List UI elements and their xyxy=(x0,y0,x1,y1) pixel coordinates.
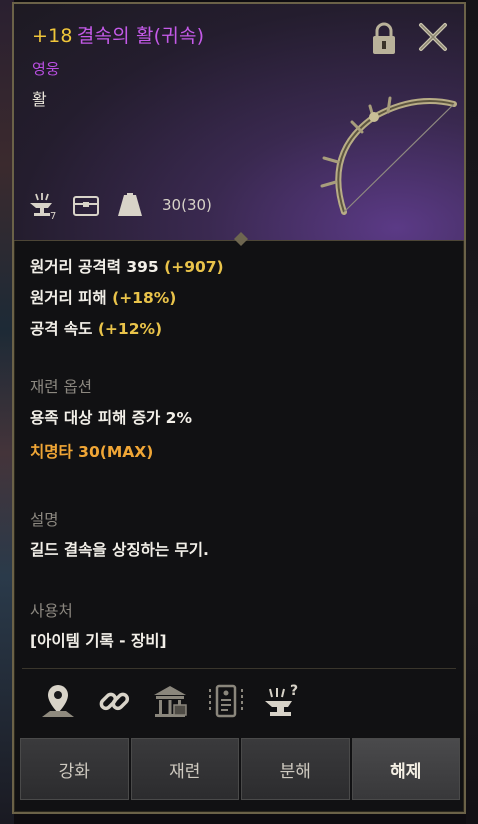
description-heading: 설명 xyxy=(30,511,59,529)
weight-value: 30(30) xyxy=(162,196,212,214)
reforge-heading: 재련 옵션 xyxy=(30,378,92,396)
enhance-level: +18 xyxy=(32,25,73,47)
stat-label: 공격 속도 xyxy=(30,320,93,338)
usage-text: [아이템 기록 - 장비] xyxy=(30,632,167,650)
stat-bonus: (+907) xyxy=(164,258,224,276)
reforge-button[interactable]: 재련 xyxy=(130,738,239,800)
anvil-icon: 7 xyxy=(26,191,58,222)
item-name: 결속의 활(귀속) xyxy=(76,25,205,47)
tag-icon[interactable] xyxy=(206,681,246,721)
item-stat-row: 7 30(30) xyxy=(26,190,212,222)
unbind-button[interactable]: 해제 xyxy=(351,738,460,800)
enhance-button[interactable]: 강화 xyxy=(20,738,129,800)
weight-icon xyxy=(114,191,146,219)
stat-ranged-damage: 원거리 피해 (+18%) xyxy=(30,286,176,308)
bow-item-image xyxy=(320,96,457,215)
close-icon[interactable] xyxy=(416,20,450,54)
reforge-option-1: 용족 대상 피해 증가 2% xyxy=(30,409,192,427)
item-header: +18 결속의 활(귀속) 영웅 활 7 30(30) xyxy=(14,4,464,246)
stat-label: 원거리 공격력 395 xyxy=(30,258,159,276)
location-pin-icon[interactable] xyxy=(38,681,78,721)
stat-ranged-attack: 원거리 공격력 395 (+907) xyxy=(30,255,224,277)
lock-icon[interactable] xyxy=(370,22,398,56)
dismantle-button[interactable]: 분해 xyxy=(241,738,350,800)
item-title: +18 결속의 활(귀속) xyxy=(32,21,204,48)
stat-label: 원거리 피해 xyxy=(30,289,107,307)
svg-text:?: ? xyxy=(290,683,298,699)
stat-bonus: (+18%) xyxy=(112,289,177,307)
chest-icon xyxy=(70,191,102,219)
divider xyxy=(22,668,456,669)
usage-heading: 사용처 xyxy=(30,602,73,620)
link-icon[interactable] xyxy=(94,681,134,721)
stat-attack-speed: 공격 속도 (+12%) xyxy=(30,317,162,339)
item-tooltip-panel: +18 결속의 활(귀속) 영웅 활 7 30(30) 원거리 공격력 395 … xyxy=(12,2,466,814)
action-icons: ? xyxy=(38,678,318,724)
item-type: 활 xyxy=(32,90,47,109)
reforge-option-2: 치명타 30(MAX) xyxy=(30,443,154,461)
anvil-count: 7 xyxy=(50,211,57,222)
warehouse-icon[interactable] xyxy=(150,681,190,721)
background-right xyxy=(466,0,478,824)
stat-bonus: (+12%) xyxy=(97,320,163,338)
divider-ornament xyxy=(234,232,248,246)
item-grade: 영웅 xyxy=(32,60,60,78)
anvil-question-icon[interactable]: ? xyxy=(262,681,302,721)
action-buttons: 강화 재련 분해 해제 xyxy=(20,738,460,800)
description-text: 길드 결속을 상징하는 무기. xyxy=(30,541,209,559)
